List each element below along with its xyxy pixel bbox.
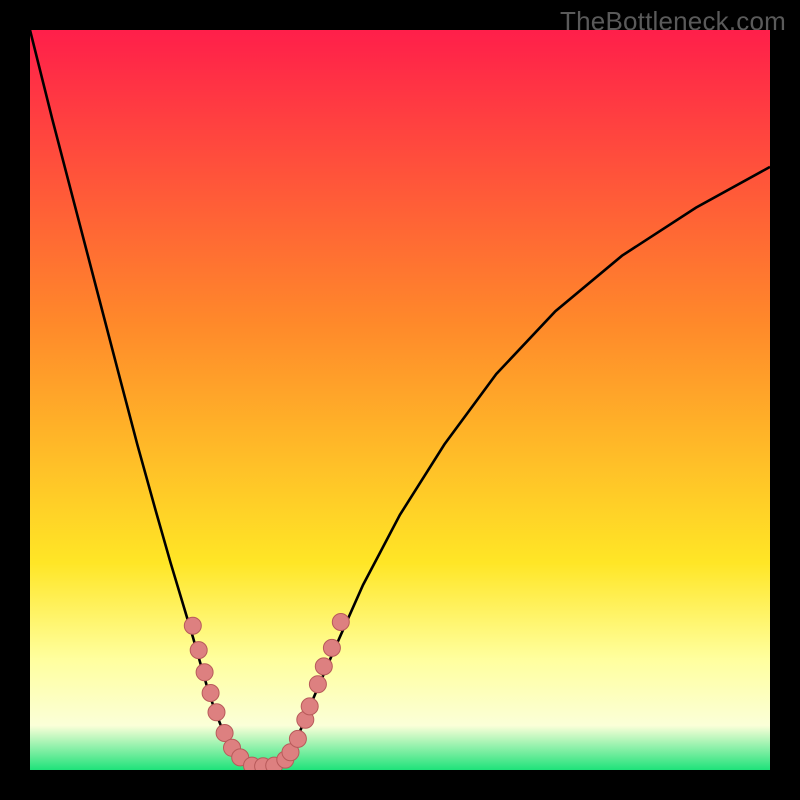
data-marker (202, 685, 219, 702)
chart-frame: TheBottleneck.com (0, 0, 800, 800)
data-marker (301, 698, 318, 715)
data-marker (208, 704, 225, 721)
marker-group (184, 614, 349, 771)
bottleneck-curve (30, 30, 770, 766)
curve-layer (30, 30, 770, 770)
data-marker (332, 614, 349, 631)
data-marker (315, 658, 332, 675)
data-marker (309, 676, 326, 693)
data-marker (190, 642, 207, 659)
data-marker (184, 617, 201, 634)
data-marker (196, 664, 213, 681)
data-marker (323, 639, 340, 656)
plot-area (30, 30, 770, 770)
data-marker (289, 730, 306, 747)
